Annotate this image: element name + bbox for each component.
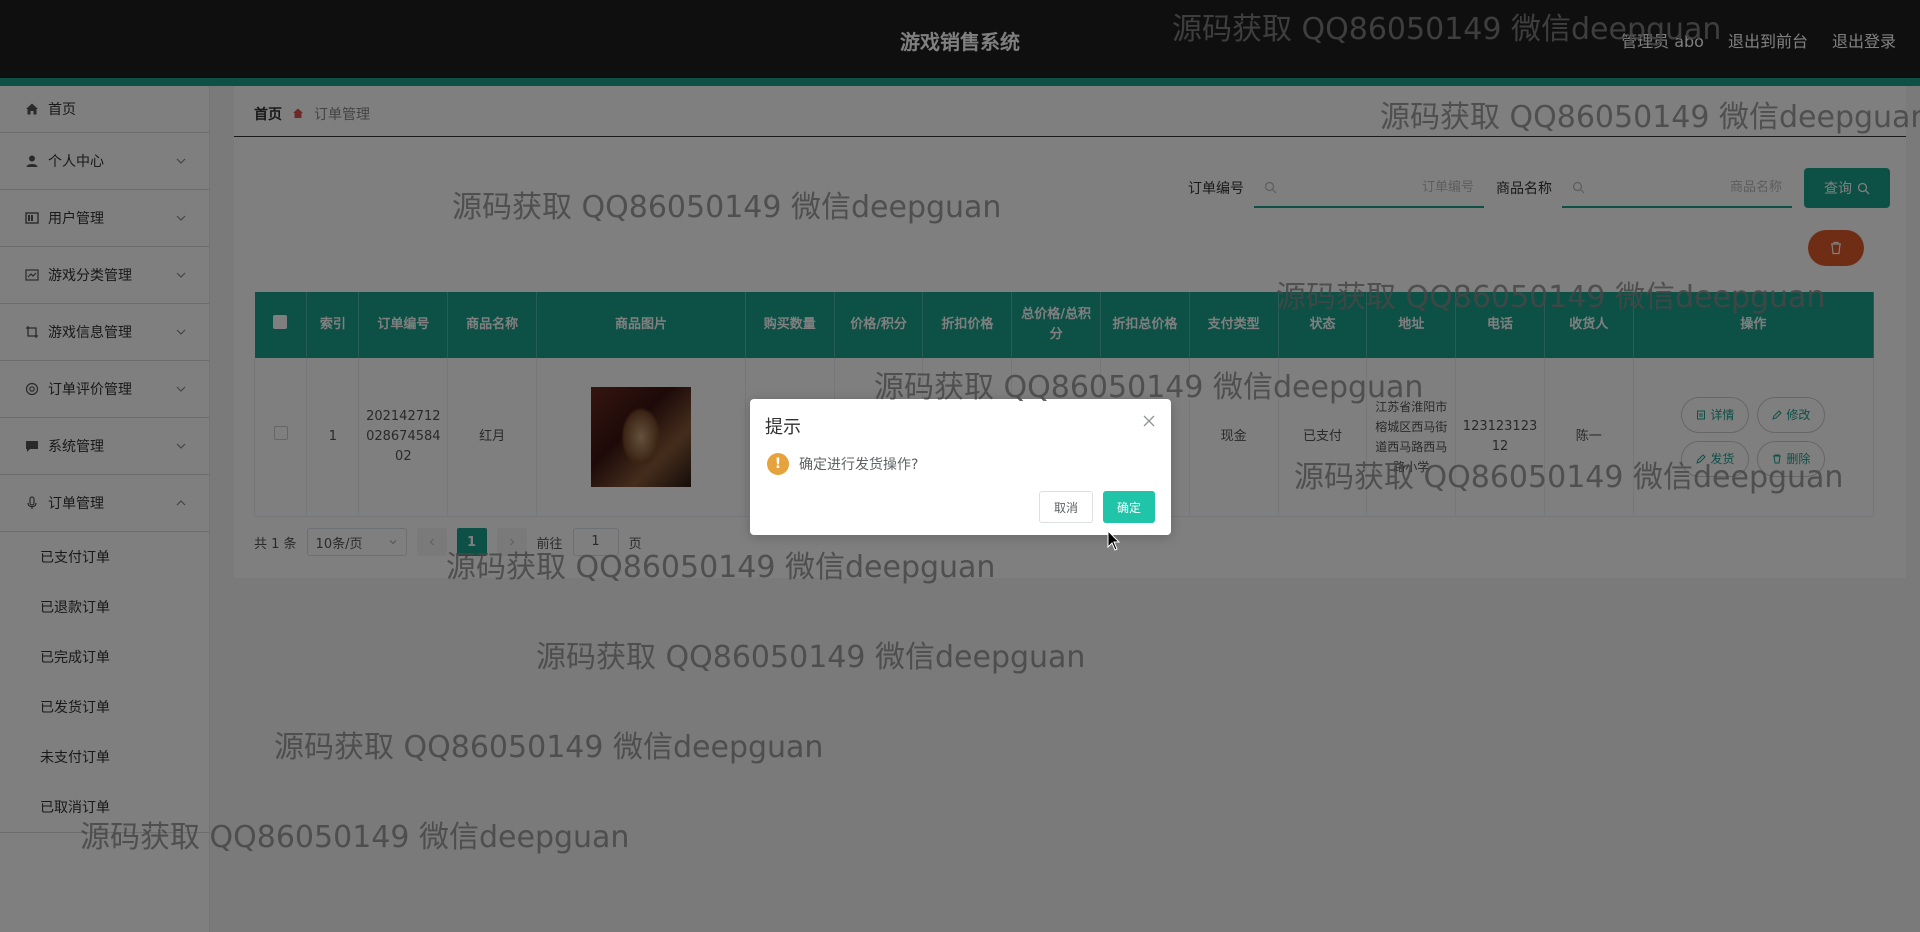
dialog-message-row: ! 确定进行发货操作? — [767, 453, 918, 475]
dialog-title: 提示 — [765, 417, 801, 438]
dialog-buttons: 取消 确定 — [1038, 491, 1155, 523]
confirm-button[interactable]: 确定 — [1102, 491, 1155, 523]
warning-icon: ! — [767, 453, 789, 475]
confirm-dialog: 提示 ! 确定进行发货操作? 取消 确定 — [750, 399, 1171, 535]
close-icon[interactable] — [1142, 414, 1156, 428]
cancel-button[interactable]: 取消 — [1038, 491, 1093, 523]
mouse-cursor-icon — [1107, 530, 1121, 551]
dialog-message: 确定进行发货操作? — [799, 457, 919, 473]
